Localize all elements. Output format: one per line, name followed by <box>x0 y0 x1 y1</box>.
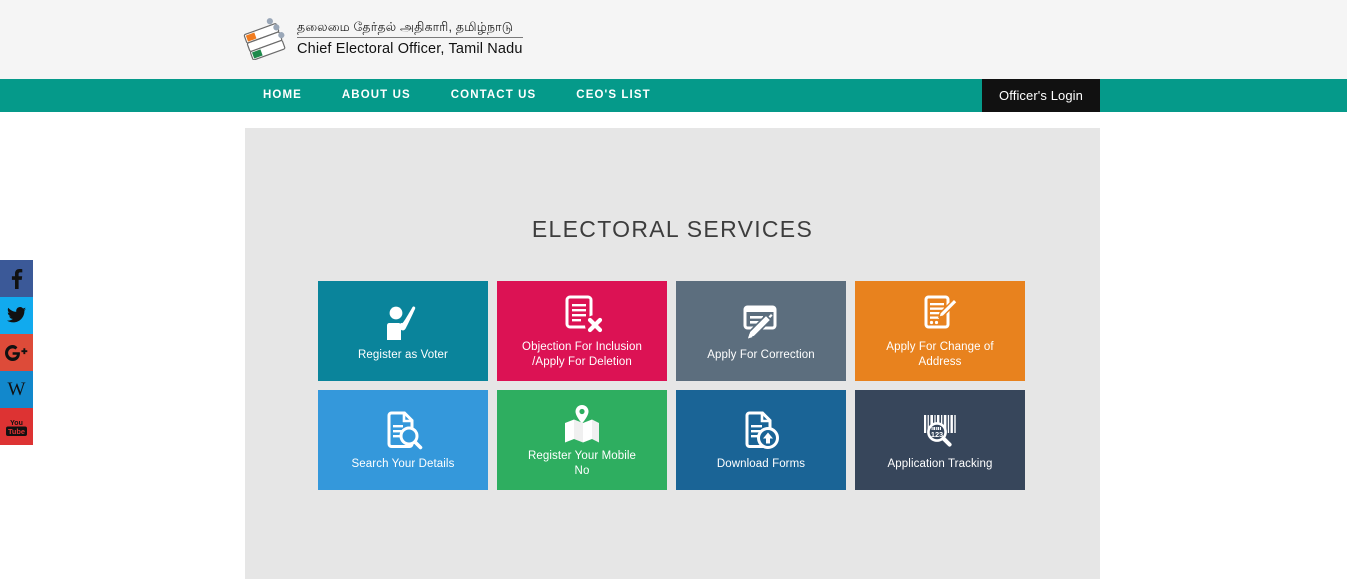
tile-label: Register as Voter <box>358 348 448 361</box>
nav-item-about-us[interactable]: ABOUT US <box>322 79 431 112</box>
nav-item-contact-us[interactable]: CONTACT US <box>431 79 557 112</box>
main-navigation: HOME ABOUT US CONTACT US CEO'S LIST Offi… <box>0 79 1347 112</box>
tile-apply-for-correction[interactable]: Apply For Correction <box>676 281 846 381</box>
tile-label: Register Your Mobile No <box>527 450 637 477</box>
brand-title-english: Chief Electoral Officer, Tamil Nadu <box>297 40 523 57</box>
wikipedia-icon[interactable]: W <box>0 371 33 408</box>
social-media-rail: W You Tube <box>0 260 33 445</box>
document-delete-icon <box>561 292 603 338</box>
wikipedia-glyph: W <box>7 379 26 400</box>
officers-login-button[interactable]: Officer's Login <box>982 79 1100 112</box>
document-pen-icon <box>920 292 960 338</box>
nav-item-list: HOME ABOUT US CONTACT US CEO'S LIST <box>243 79 671 112</box>
google-plus-icon[interactable] <box>0 334 33 371</box>
nav-item-ceos-list[interactable]: CEO'S LIST <box>556 79 670 112</box>
brand-title-tamil: தலைமை தேர்தல் அதிகாரி, தமிழ்நாடு <box>297 20 523 38</box>
tile-objection-for-inclusion-apply-for-deletion[interactable]: Objection For Inclusion/Apply For Deleti… <box>497 281 667 381</box>
tile-apply-for-change-of-address[interactable]: Apply For Change of Address <box>855 281 1025 381</box>
tile-application-tracking[interactable]: 123 Application Tracking <box>855 390 1025 490</box>
election-commission-evm-logo-icon <box>243 16 287 61</box>
svg-text:123: 123 <box>931 429 943 438</box>
tile-label: Search Your Details <box>351 457 455 470</box>
tile-label: Download Forms <box>716 457 806 470</box>
tile-label: Apply For Change of Address <box>886 341 994 368</box>
page-title: ELECTORAL SERVICES <box>531 216 814 242</box>
person-raising-hand-icon <box>383 300 423 346</box>
document-search-icon <box>383 409 423 455</box>
content-panel: ELECTORAL SERVICES Register as Voter Obj… <box>245 128 1100 579</box>
page-root: தலைமை தேர்தல் அதிகாரி, தமிழ்நாடு Chief E… <box>0 0 1347 579</box>
brand-text: தலைமை தேர்தல் அதிகாரி, தமிழ்நாடு Chief E… <box>297 20 523 57</box>
facebook-icon[interactable] <box>0 260 33 297</box>
tile-search-your-details[interactable]: Search Your Details <box>318 390 488 490</box>
svg-text:Tube: Tube <box>8 427 25 436</box>
site-header: தலைமை தேர்தல் அதிகாரி, தமிழ்நாடு Chief E… <box>0 0 1347 79</box>
barcode-search-icon: 123 <box>918 409 962 455</box>
youtube-icon[interactable]: You Tube <box>0 408 33 445</box>
tile-register-your-mobile-no[interactable]: Register Your Mobile No <box>497 390 667 490</box>
svg-text:You: You <box>10 420 23 427</box>
electoral-services-grid: Register as Voter Objection For Inclusio… <box>318 281 1025 490</box>
tile-label: Apply For Correction <box>707 348 815 361</box>
nav-item-home[interactable]: HOME <box>243 79 322 112</box>
tile-register-as-voter[interactable]: Register as Voter <box>318 281 488 381</box>
twitter-icon[interactable] <box>0 297 33 334</box>
form-pencil-icon <box>739 300 783 346</box>
brand-block[interactable]: தலைமை தேர்தல் அதிகாரி, தமிழ்நாடு Chief E… <box>243 16 523 61</box>
tile-label: Application Tracking <box>887 457 993 470</box>
document-download-icon <box>741 409 781 455</box>
tile-download-forms[interactable]: Download Forms <box>676 390 846 490</box>
map-pin-icon <box>561 401 603 447</box>
tile-label: Objection For Inclusion/Apply For Deleti… <box>522 341 642 368</box>
